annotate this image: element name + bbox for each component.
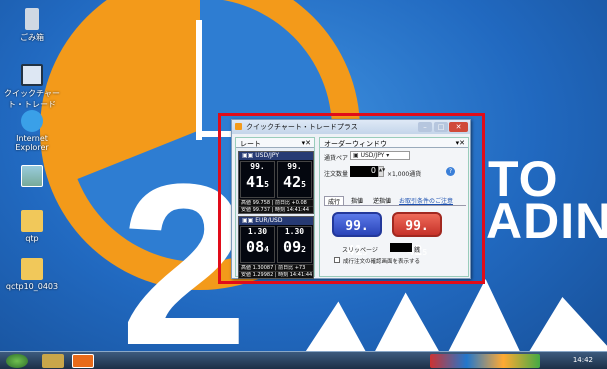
ie-icon bbox=[21, 110, 43, 132]
system-tray[interactable] bbox=[430, 354, 540, 368]
start-button[interactable] bbox=[6, 354, 28, 368]
folder-icon bbox=[21, 210, 43, 232]
clock[interactable]: 14:42 bbox=[573, 356, 593, 364]
wallpaper-clock-hand bbox=[196, 20, 202, 140]
wallpaper-word: ADING bbox=[486, 193, 607, 249]
quickchart-taskbar-icon[interactable] bbox=[72, 354, 94, 368]
folder-icon bbox=[21, 258, 43, 280]
picture-icon bbox=[21, 165, 43, 187]
app-shortcut-icon bbox=[21, 64, 43, 86]
desktop-icon-recycle-bin[interactable]: ごみ箱 bbox=[2, 8, 62, 43]
desktop-icon-picture[interactable] bbox=[2, 165, 62, 189]
highlight-frame bbox=[218, 113, 485, 284]
explorer-taskbar-icon[interactable] bbox=[42, 354, 64, 368]
desktop-icon-ie[interactable]: Internet Explorer bbox=[2, 110, 62, 152]
desktop-icon-folder[interactable]: qctp10_0403 bbox=[2, 258, 62, 291]
desktop-icon-quickchart[interactable]: クイックチャート・トレード bbox=[2, 64, 62, 110]
desktop-icon-folder[interactable]: qtp bbox=[2, 210, 62, 243]
recycle-bin-icon bbox=[25, 8, 39, 30]
taskbar: 14:42 bbox=[0, 351, 607, 369]
